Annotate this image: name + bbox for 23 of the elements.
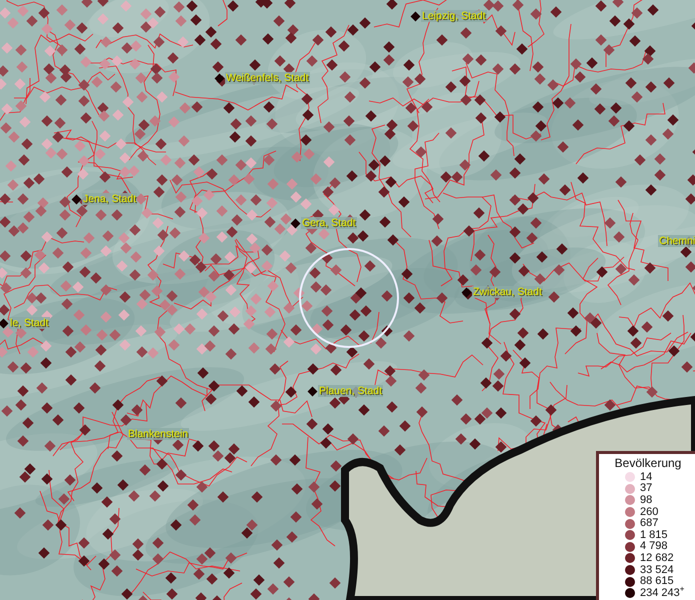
legend-value: 12 682	[640, 552, 674, 564]
legend-value: 88 615	[640, 576, 674, 588]
legend-value: 260	[640, 506, 658, 518]
legend-value: 687	[640, 518, 658, 530]
city-label: Leipzig, Stadt	[421, 10, 487, 22]
cursor-circle-icon	[298, 247, 400, 349]
legend-value: 4 798	[640, 541, 668, 552]
legend-title: Bevölkerung	[614, 456, 682, 470]
city-label: Zwickau, Stadt	[472, 286, 543, 298]
city-label: Jena, Stadt	[82, 193, 138, 205]
legend-value: 14	[640, 472, 652, 483]
legend-value: 1 815	[640, 530, 668, 541]
city-label: Chemni	[658, 235, 695, 247]
city-label: le, Stadt	[9, 317, 50, 329]
legend-value: 234 243$^{+}$	[640, 588, 684, 599]
legend-value: 37	[640, 483, 652, 494]
city-label: Blankenstein	[127, 428, 190, 440]
legend-value: 33 524	[640, 564, 674, 576]
city-label: Gera, Stadt	[301, 217, 357, 229]
legend-value: 98	[640, 494, 652, 506]
city-label: Weißenfels, Stadt	[225, 72, 310, 84]
map-view[interactable]: Leipzig, Stadt Weißenfels, Stadt Jena, Stadt Gera, Stadt Chemni Zwickau, Stadt le, Stadt Plauen, Stadt Blankenstein Bevölkerung 14 37 98 260 687 1 815 4 798 12 682 33 524 88 615 234 243$^{+}$	[0, 0, 695, 600]
city-label: Plauen, Stadt	[318, 385, 384, 397]
